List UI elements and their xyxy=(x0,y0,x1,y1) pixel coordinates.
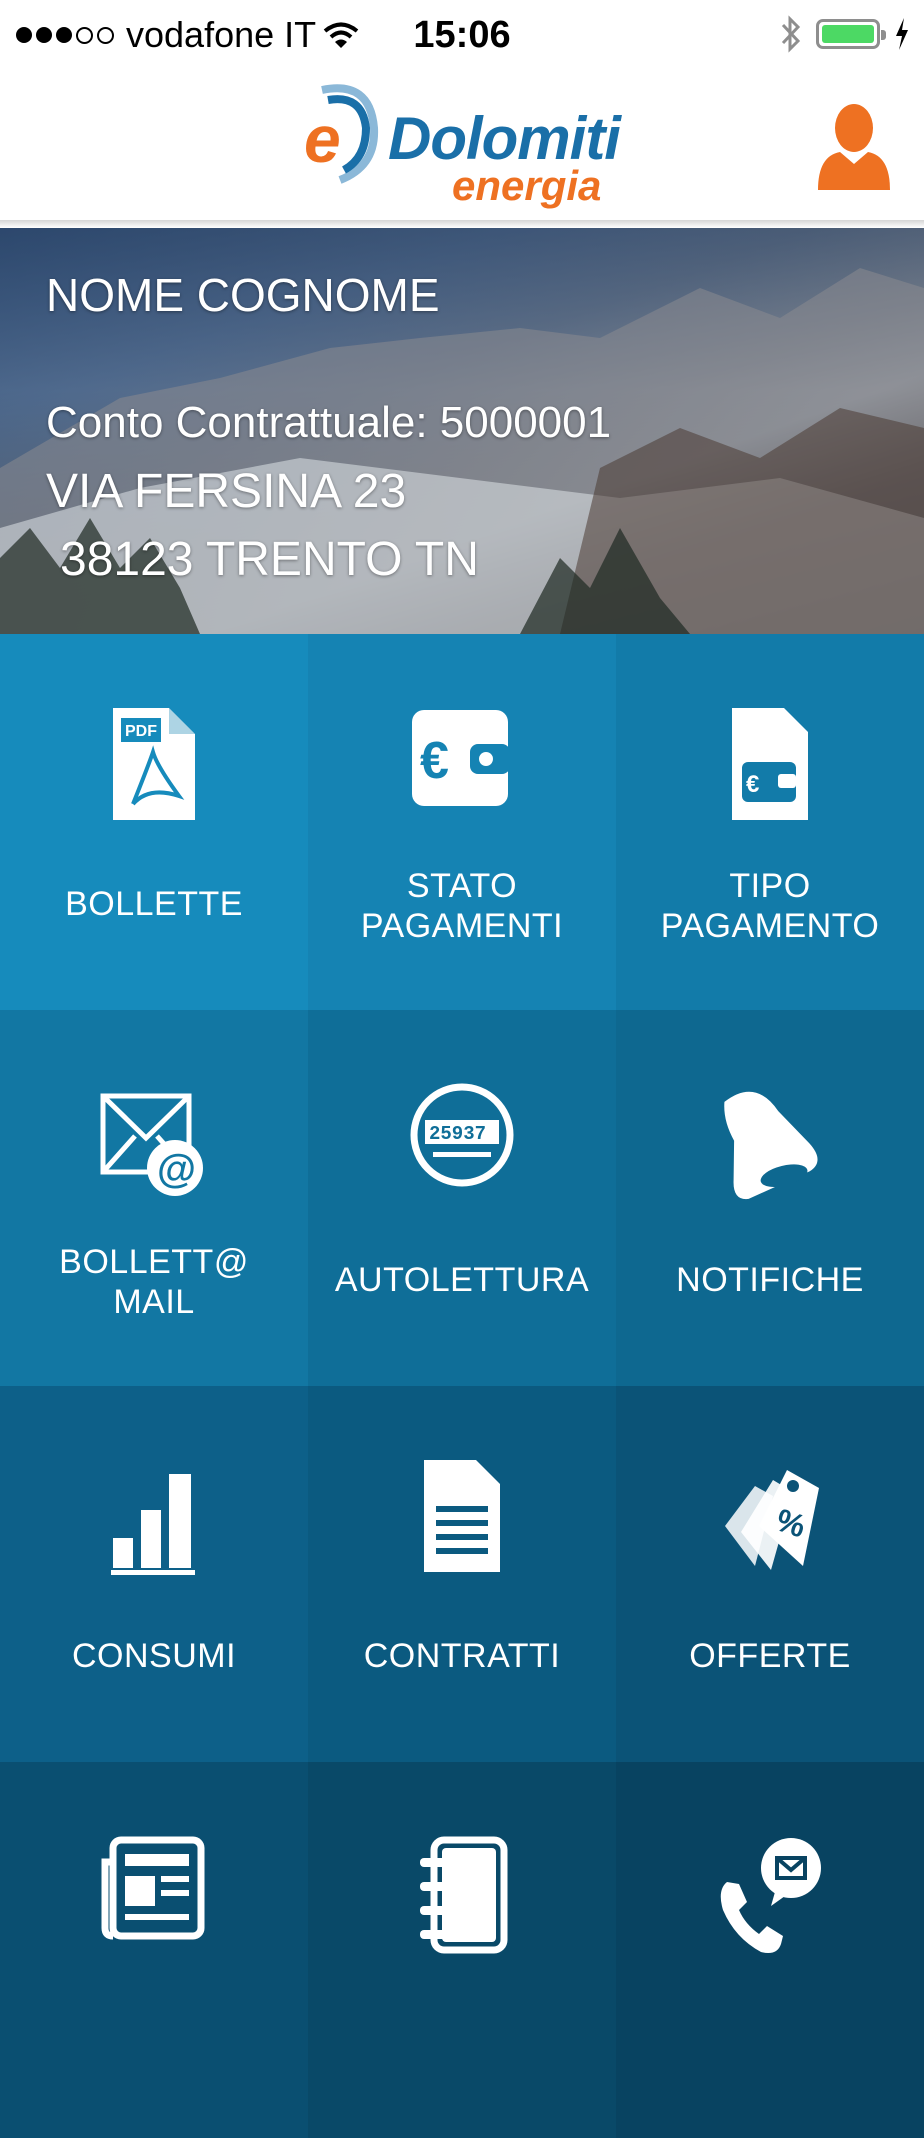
wallet-euro-icon: € xyxy=(412,710,510,806)
menu-tile-autolettura[interactable]: 25937 AUTOLETTURA xyxy=(308,1010,616,1386)
menu-tile-notifiche[interactable]: NOTIFICHE xyxy=(616,1010,924,1386)
price-tag-icon: % xyxy=(725,1470,819,1570)
status-bar: vodafone IT 15:06 xyxy=(0,0,924,70)
menu-tile-stato-pagamenti[interactable]: € STATO PAGAMENTI xyxy=(308,634,616,1010)
menu-grid: PDF BOLLETTE € STATO PAGAMENTI € TIPO PA… xyxy=(0,634,924,2138)
address-line-2: 38123 TRENTO TN xyxy=(60,533,479,586)
brand-logo[interactable]: e Dolomiti energia xyxy=(300,70,621,220)
address-line-1: VIA FERSINA 23 xyxy=(46,465,407,518)
document-lines-icon xyxy=(424,1460,500,1572)
phone-message-icon xyxy=(720,1838,821,1953)
svg-text:@: @ xyxy=(157,1147,196,1191)
menu-tile-news[interactable] xyxy=(0,1762,308,2138)
account-summary: NOME COGNOME Conto Contrattuale: 5000001… xyxy=(0,228,924,634)
menu-label: NOTIFICHE xyxy=(676,1261,864,1299)
menu-tile-bollett-mail[interactable]: @ BOLLETT@ MAIL xyxy=(0,1010,308,1386)
menu-label: CONTRATTI xyxy=(363,1637,561,1675)
menu-tile-rubrica[interactable] xyxy=(308,1762,616,2138)
menu-label-2: PAGAMENTI xyxy=(360,907,564,945)
svg-text:PDF: PDF xyxy=(125,723,157,740)
bluetooth-icon xyxy=(781,15,801,53)
menu-tile-tipo-pagamento[interactable]: € TIPO PAGAMENTO xyxy=(616,634,924,1010)
header-divider xyxy=(0,220,924,228)
menu-label: OFFERTE xyxy=(689,1637,851,1675)
contract-account: Conto Contrattuale: 5000001 xyxy=(46,398,612,447)
menu-label: TIPO xyxy=(729,867,811,905)
menu-label: AUTOLETTURA xyxy=(334,1261,590,1299)
app-header: e Dolomiti energia xyxy=(0,70,924,222)
logo-mark-icon: e xyxy=(304,84,379,184)
menu-tile-contratti[interactable]: CONTRATTI xyxy=(308,1386,616,1762)
user-icon[interactable] xyxy=(816,98,892,192)
meter-digits: 25937 xyxy=(429,1123,486,1145)
svg-text:€: € xyxy=(420,732,449,790)
bell-icon xyxy=(724,1091,818,1200)
bar-chart-icon xyxy=(111,1474,195,1575)
menu-label: BOLLETTE xyxy=(65,885,243,923)
menu-tile-offerte[interactable]: % OFFERTE xyxy=(616,1386,924,1762)
document-wallet-icon: € xyxy=(732,708,808,820)
menu-label-2: MAIL xyxy=(113,1283,195,1321)
charging-icon xyxy=(896,18,908,50)
envelope-at-icon: @ xyxy=(100,1093,203,1196)
menu-label: BOLLETT@ xyxy=(59,1243,249,1281)
pdf-document-icon: PDF xyxy=(113,708,195,820)
menu-label: CONSUMI xyxy=(71,1637,237,1675)
menu-tile-consumi[interactable]: CONSUMI xyxy=(0,1386,308,1762)
menu-label: STATO xyxy=(406,867,518,905)
svg-text:€: € xyxy=(746,771,759,798)
customer-name: NOME COGNOME xyxy=(46,269,440,321)
status-icons xyxy=(780,14,910,54)
newspaper-icon xyxy=(101,1836,205,1940)
logo-mark-letter: e xyxy=(304,102,341,176)
menu-tile-contatti[interactable] xyxy=(616,1762,924,2138)
menu-label-2: PAGAMENTO xyxy=(660,907,880,945)
logo-sub-text: energia xyxy=(452,162,602,209)
meter-icon: 25937 xyxy=(410,1083,514,1187)
notebook-icon xyxy=(420,1836,508,1954)
menu-tile-bollette[interactable]: PDF BOLLETTE xyxy=(0,634,308,1010)
battery-icon xyxy=(816,19,886,49)
